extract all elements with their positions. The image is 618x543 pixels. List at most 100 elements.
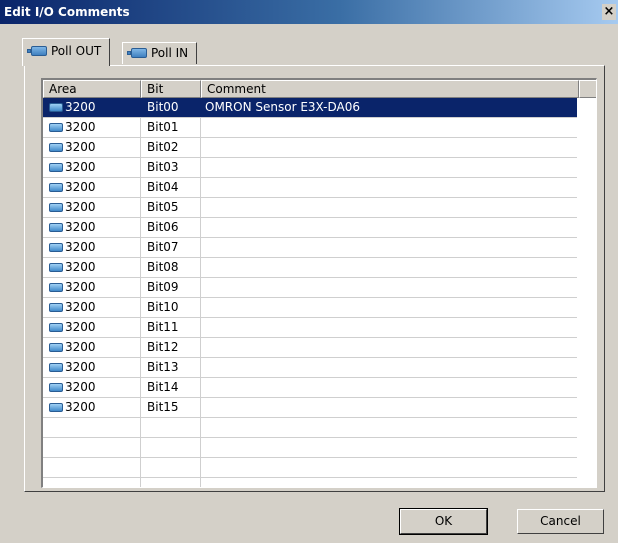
io-port-icon <box>49 203 63 212</box>
area-value: 3200 <box>65 180 96 194</box>
table-row[interactable]: 3200 Bit12 <box>43 338 577 358</box>
area-cell: 3200 <box>43 278 141 297</box>
io-port-icon <box>49 183 63 192</box>
area-value: 3200 <box>65 100 96 114</box>
window-title: Edit I/O Comments <box>4 5 130 19</box>
area-cell: 3200 <box>43 118 141 137</box>
io-port-icon <box>49 143 63 152</box>
comment-cell[interactable] <box>201 378 577 397</box>
comment-cell[interactable] <box>201 118 577 137</box>
port-icon <box>27 46 47 56</box>
comment-cell[interactable] <box>201 138 577 157</box>
io-port-icon <box>49 323 63 332</box>
io-port-icon <box>49 403 63 412</box>
io-port-icon <box>49 283 63 292</box>
area-cell: 3200 <box>43 298 141 317</box>
area-value: 3200 <box>65 260 96 274</box>
close-button[interactable]: × <box>602 4 616 20</box>
area-value: 3200 <box>65 240 96 254</box>
area-cell: 3200 <box>43 378 141 397</box>
io-port-icon <box>49 103 63 112</box>
comment-cell[interactable] <box>201 398 577 417</box>
area-cell: 3200 <box>43 198 141 217</box>
bit-cell: Bit04 <box>141 178 201 197</box>
io-port-icon <box>49 343 63 352</box>
comment-cell[interactable] <box>201 358 577 377</box>
area-cell: 3200 <box>43 98 141 117</box>
comment-cell[interactable] <box>201 298 577 317</box>
table-row[interactable]: 3200 Bit03 <box>43 158 577 178</box>
table-row[interactable]: 3200 Bit01 <box>43 118 577 138</box>
table-row[interactable]: 3200 Bit11 <box>43 318 577 338</box>
table-row[interactable]: 3200 Bit13 <box>43 358 577 378</box>
bit-cell: Bit14 <box>141 378 201 397</box>
area-cell: 3200 <box>43 358 141 377</box>
comment-cell[interactable] <box>201 218 577 237</box>
column-header-bit[interactable]: Bit <box>141 80 201 98</box>
table-row[interactable]: 3200 Bit10 <box>43 298 577 318</box>
table-row[interactable]: 3200 Bit06 <box>43 218 577 238</box>
comment-cell[interactable] <box>201 158 577 177</box>
io-comment-list[interactable]: Area Bit Comment 3200 Bit00 OMRON Sensor E… <box>41 78 597 488</box>
area-cell: 3200 <box>43 238 141 257</box>
comment-cell[interactable] <box>201 278 577 297</box>
area-cell: 3200 <box>43 158 141 177</box>
area-value: 3200 <box>65 140 96 154</box>
bit-cell: Bit08 <box>141 258 201 277</box>
bit-cell: Bit00 <box>141 98 201 117</box>
tab-poll-in[interactable]: Poll IN <box>122 42 198 64</box>
bit-cell: Bit09 <box>141 278 201 297</box>
io-port-icon <box>49 243 63 252</box>
bit-cell: Bit12 <box>141 338 201 357</box>
io-port-icon <box>49 263 63 272</box>
area-cell: 3200 <box>43 218 141 237</box>
table-row[interactable]: 3200 Bit14 <box>43 378 577 398</box>
table-row[interactable]: 3200 Bit00 OMRON Sensor E3X-DA06 <box>43 98 577 118</box>
table-row[interactable]: 3200 Bit15 <box>43 398 577 418</box>
table-row[interactable]: 3200 Bit05 <box>43 198 577 218</box>
area-value: 3200 <box>65 280 96 294</box>
ok-button[interactable]: OK <box>399 508 488 535</box>
bit-cell: Bit15 <box>141 398 201 417</box>
area-value: 3200 <box>65 300 96 314</box>
column-header-comment[interactable]: Comment <box>201 80 579 98</box>
list-header: Area Bit Comment <box>43 80 596 98</box>
port-icon <box>127 48 147 58</box>
bit-cell: Bit06 <box>141 218 201 237</box>
tab-poll-in-label: Poll IN <box>151 46 189 60</box>
table-row[interactable]: 3200 Bit02 <box>43 138 577 158</box>
area-value: 3200 <box>65 120 96 134</box>
area-value: 3200 <box>65 360 96 374</box>
area-value: 3200 <box>65 320 96 334</box>
table-row[interactable]: 3200 Bit09 <box>43 278 577 298</box>
comment-cell[interactable] <box>201 178 577 197</box>
area-value: 3200 <box>65 160 96 174</box>
bit-cell: Bit10 <box>141 298 201 317</box>
bit-cell: Bit01 <box>141 118 201 137</box>
area-value: 3200 <box>65 340 96 354</box>
area-value: 3200 <box>65 400 96 414</box>
area-cell: 3200 <box>43 138 141 157</box>
edit-io-comments-dialog: Edit I/O Comments × Poll OUT Poll IN Are… <box>0 0 618 543</box>
area-cell: 3200 <box>43 258 141 277</box>
column-header-area[interactable]: Area <box>43 80 141 98</box>
table-row[interactable]: 3200 Bit08 <box>43 258 577 278</box>
cancel-button[interactable]: Cancel <box>517 509 604 534</box>
io-port-icon <box>49 363 63 372</box>
comment-cell[interactable] <box>201 338 577 357</box>
table-row[interactable]: 3200 Bit04 <box>43 178 577 198</box>
comment-cell[interactable] <box>201 238 577 257</box>
tab-poll-out[interactable]: Poll OUT <box>22 38 111 66</box>
bit-cell: Bit03 <box>141 158 201 177</box>
column-header-filler <box>579 80 596 98</box>
area-value: 3200 <box>65 200 96 214</box>
bit-cell: Bit13 <box>141 358 201 377</box>
comment-cell[interactable] <box>201 318 577 337</box>
table-row[interactable]: 3200 Bit07 <box>43 238 577 258</box>
comment-cell[interactable] <box>201 198 577 217</box>
comment-cell[interactable] <box>201 258 577 277</box>
io-port-icon <box>49 123 63 132</box>
area-cell: 3200 <box>43 178 141 197</box>
area-cell: 3200 <box>43 398 141 417</box>
comment-cell[interactable]: OMRON Sensor E3X-DA06 <box>201 98 577 117</box>
